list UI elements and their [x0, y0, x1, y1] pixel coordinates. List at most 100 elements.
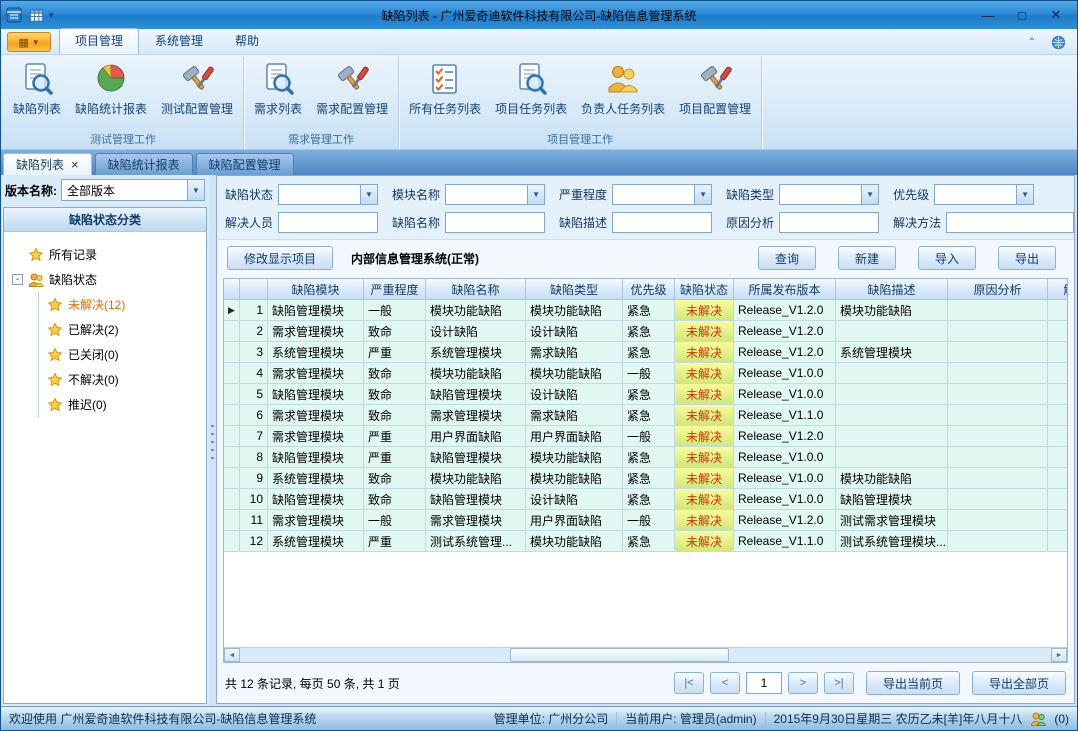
page-number-input[interactable] [746, 672, 782, 694]
about-globe-icon[interactable] [1049, 34, 1067, 50]
ribbon-button-defect-report[interactable]: 缺陷统计报表 [68, 58, 154, 132]
tree-item-resolved[interactable]: 已解决(2) [47, 317, 202, 342]
scroll-left-icon[interactable]: ◄ [224, 648, 240, 662]
quick-access-table-icon[interactable] [27, 6, 45, 24]
table-row[interactable]: 10缺陷管理模块致命缺陷管理模块设计缺陷紧急未解决Release_V1.0.0缺… [224, 489, 1067, 510]
prev-page-button[interactable]: < [710, 672, 740, 694]
tree-item-defect-status[interactable]: -缺陷状态 [12, 267, 202, 292]
new-button[interactable]: 新建 [838, 246, 896, 270]
chevron-down-icon[interactable]: ▼ [360, 185, 377, 204]
table-row[interactable]: 3系统管理模块严重系统管理模块需求缺陷紧急未解决Release_V1.2.0系统… [224, 342, 1067, 363]
filter-severity-combo[interactable]: ▼ [612, 184, 712, 205]
quick-access-dropdown-icon[interactable]: ▾ [49, 10, 54, 21]
import-button[interactable]: 导入 [918, 246, 976, 270]
filter-label: 缺陷状态 [225, 186, 273, 203]
table-row[interactable]: 9系统管理模块致命模块功能缺陷模块功能缺陷紧急未解决Release_V1.0.0… [224, 468, 1067, 489]
next-page-button[interactable]: > [788, 672, 818, 694]
scrollbar-thumb[interactable] [510, 648, 729, 662]
tree-item-wontfix[interactable]: 不解决(0) [47, 367, 202, 392]
grid-column-header[interactable]: 缺陷描述 [836, 279, 948, 300]
chevron-down-icon[interactable]: ▼ [1016, 185, 1033, 204]
chevron-down-icon[interactable]: ▼ [694, 185, 711, 204]
grid-column-header[interactable]: 缺陷状态 [675, 279, 734, 300]
ribbon-tab-system[interactable]: 系统管理 [139, 28, 219, 54]
tree-item-postponed[interactable]: 推迟(0) [47, 392, 202, 417]
filter-defect-type-combo[interactable]: ▼ [779, 184, 879, 205]
ribbon-button-owner-tasks[interactable]: 负责人任务列表 [574, 58, 672, 132]
row-number: 7 [240, 426, 268, 447]
doc-tab-defect-list[interactable]: 缺陷列表 × [3, 153, 92, 175]
export-all-pages-button[interactable]: 导出全部页 [972, 671, 1066, 695]
maximize-button[interactable]: □ [1005, 4, 1039, 26]
grid-column-header[interactable]: 所属发布版本 [734, 279, 836, 300]
ribbon-button-req-list[interactable]: 需求列表 [247, 58, 309, 132]
table-row[interactable]: 5缺陷管理模块致命缺陷管理模块设计缺陷紧急未解决Release_V1.0.0 [224, 384, 1067, 405]
ribbon-button-all-tasks[interactable]: 所有任务列表 [402, 58, 488, 132]
grid-cell: 模块功能缺陷 [526, 447, 623, 468]
table-row[interactable]: 12系统管理模块严重测试系统管理...模块功能缺陷紧急未解决Release_V1… [224, 531, 1067, 552]
version-label: 版本名称: [5, 182, 57, 199]
chevron-down-icon[interactable]: ▼ [187, 180, 204, 200]
chevron-down-icon[interactable]: ▼ [527, 185, 544, 204]
ribbon-button-req-config[interactable]: 需求配置管理 [309, 58, 395, 132]
table-row[interactable]: 6需求管理模块致命需求管理模块需求缺陷紧急未解决Release_V1.1.0 [224, 405, 1067, 426]
grid-column-header[interactable]: 缺陷类型 [526, 279, 623, 300]
table-row[interactable]: 4需求管理模块致命模块功能缺陷模块功能缺陷一般未解决Release_V1.0.0 [224, 363, 1067, 384]
grid-cell: 需求管理模块 [268, 510, 364, 531]
table-row[interactable]: 7需求管理模块严重用户界面缺陷用户界面缺陷一般未解决Release_V1.2.0 [224, 426, 1067, 447]
doc-tab-defect-report[interactable]: 缺陷统计报表 [95, 153, 193, 175]
filter-priority-combo[interactable]: ▼ [934, 184, 1034, 205]
doc-tab-defect-config[interactable]: 缺陷配置管理 [196, 153, 294, 175]
scroll-right-icon[interactable]: ► [1051, 648, 1067, 662]
collapse-icon[interactable]: - [12, 274, 23, 285]
table-row[interactable]: 2需求管理模块致命设计缺陷设计缺陷紧急未解决Release_V1.2.0 [224, 321, 1067, 342]
grid-cell: 模块功能缺陷 [426, 468, 526, 489]
grid-column-header[interactable]: 解决方法 [1048, 279, 1067, 300]
filter-module-name-combo[interactable]: ▼ [445, 184, 545, 205]
filter-defect-status: 缺陷状态 ▼ [225, 184, 378, 205]
filter-defect-status-combo[interactable]: ▼ [278, 184, 378, 205]
ribbon-tab-project[interactable]: 项目管理 [59, 28, 139, 54]
filter-cause-analysis-input[interactable] [779, 212, 879, 233]
first-page-button[interactable]: |< [674, 672, 704, 694]
filter-defect-desc-input[interactable] [612, 212, 712, 233]
application-menu-button[interactable]: ▦ ▼ [7, 32, 51, 52]
version-combo[interactable]: 全部版本 ▼ [61, 179, 205, 201]
chevron-down-icon[interactable]: ▼ [861, 185, 878, 204]
grid-column-header[interactable]: 优先级 [623, 279, 675, 300]
horizontal-scrollbar[interactable]: ◄ ► [224, 647, 1067, 662]
ribbon-tab-help[interactable]: 帮助 [219, 28, 275, 54]
minimize-button[interactable]: — [971, 4, 1005, 26]
tree-item-all-records[interactable]: 所有记录 [12, 242, 202, 267]
ribbon-button-defect-list[interactable]: 缺陷列表 [6, 58, 68, 132]
tree-item-unresolved[interactable]: 未解决(12) [47, 292, 202, 317]
close-icon[interactable]: × [71, 158, 79, 171]
doc-tab-label: 缺陷列表 [16, 156, 64, 173]
grid-cell: 系统管理模块 [426, 342, 526, 363]
welcome-text: 欢迎使用 广州爱奇迪软件科技有限公司-缺陷信息管理系统 [9, 710, 316, 727]
ribbon-button-project-tasks[interactable]: 项目任务列表 [488, 58, 574, 132]
close-button[interactable]: ✕ [1039, 4, 1073, 26]
table-row[interactable]: 11需求管理模块一般需求管理模块用户界面缺陷一般未解决Release_V1.2.… [224, 510, 1067, 531]
export-button[interactable]: 导出 [998, 246, 1056, 270]
ribbon-button-project-config[interactable]: 项目配置管理 [672, 58, 758, 132]
grid-column-header[interactable]: 严重程度 [364, 279, 426, 300]
last-page-button[interactable]: >| [824, 672, 854, 694]
online-users-icon[interactable] [1030, 711, 1046, 727]
window-title: 缺陷列表 - 广州爱奇迪软件科技有限公司-缺陷信息管理系统 [1, 7, 1077, 24]
table-row[interactable]: ▶1缺陷管理模块一般模块功能缺陷模块功能缺陷紧急未解决Release_V1.2.… [224, 300, 1067, 321]
grid-column-header[interactable]: 缺陷模块 [268, 279, 364, 300]
query-button[interactable]: 查询 [758, 246, 816, 270]
filter-defect-name-input[interactable] [445, 212, 545, 233]
grid-column-header[interactable]: 原因分析 [948, 279, 1048, 300]
tree-item-closed[interactable]: 已关闭(0) [47, 342, 202, 367]
sidebar-splitter[interactable] [209, 175, 216, 706]
filter-solution-input[interactable] [946, 212, 1074, 233]
grid-column-header[interactable]: 缺陷名称 [426, 279, 526, 300]
table-row[interactable]: 8缺陷管理模块严重缺陷管理模块模块功能缺陷紧急未解决Release_V1.0.0 [224, 447, 1067, 468]
modify-display-items-button[interactable]: 修改显示项目 [227, 246, 333, 270]
ribbon-collapse-icon[interactable]: ⌃ [1023, 34, 1041, 50]
filter-resolver-input[interactable] [278, 212, 378, 233]
ribbon-button-test-config[interactable]: 测试配置管理 [154, 58, 240, 132]
export-current-page-button[interactable]: 导出当前页 [866, 671, 960, 695]
